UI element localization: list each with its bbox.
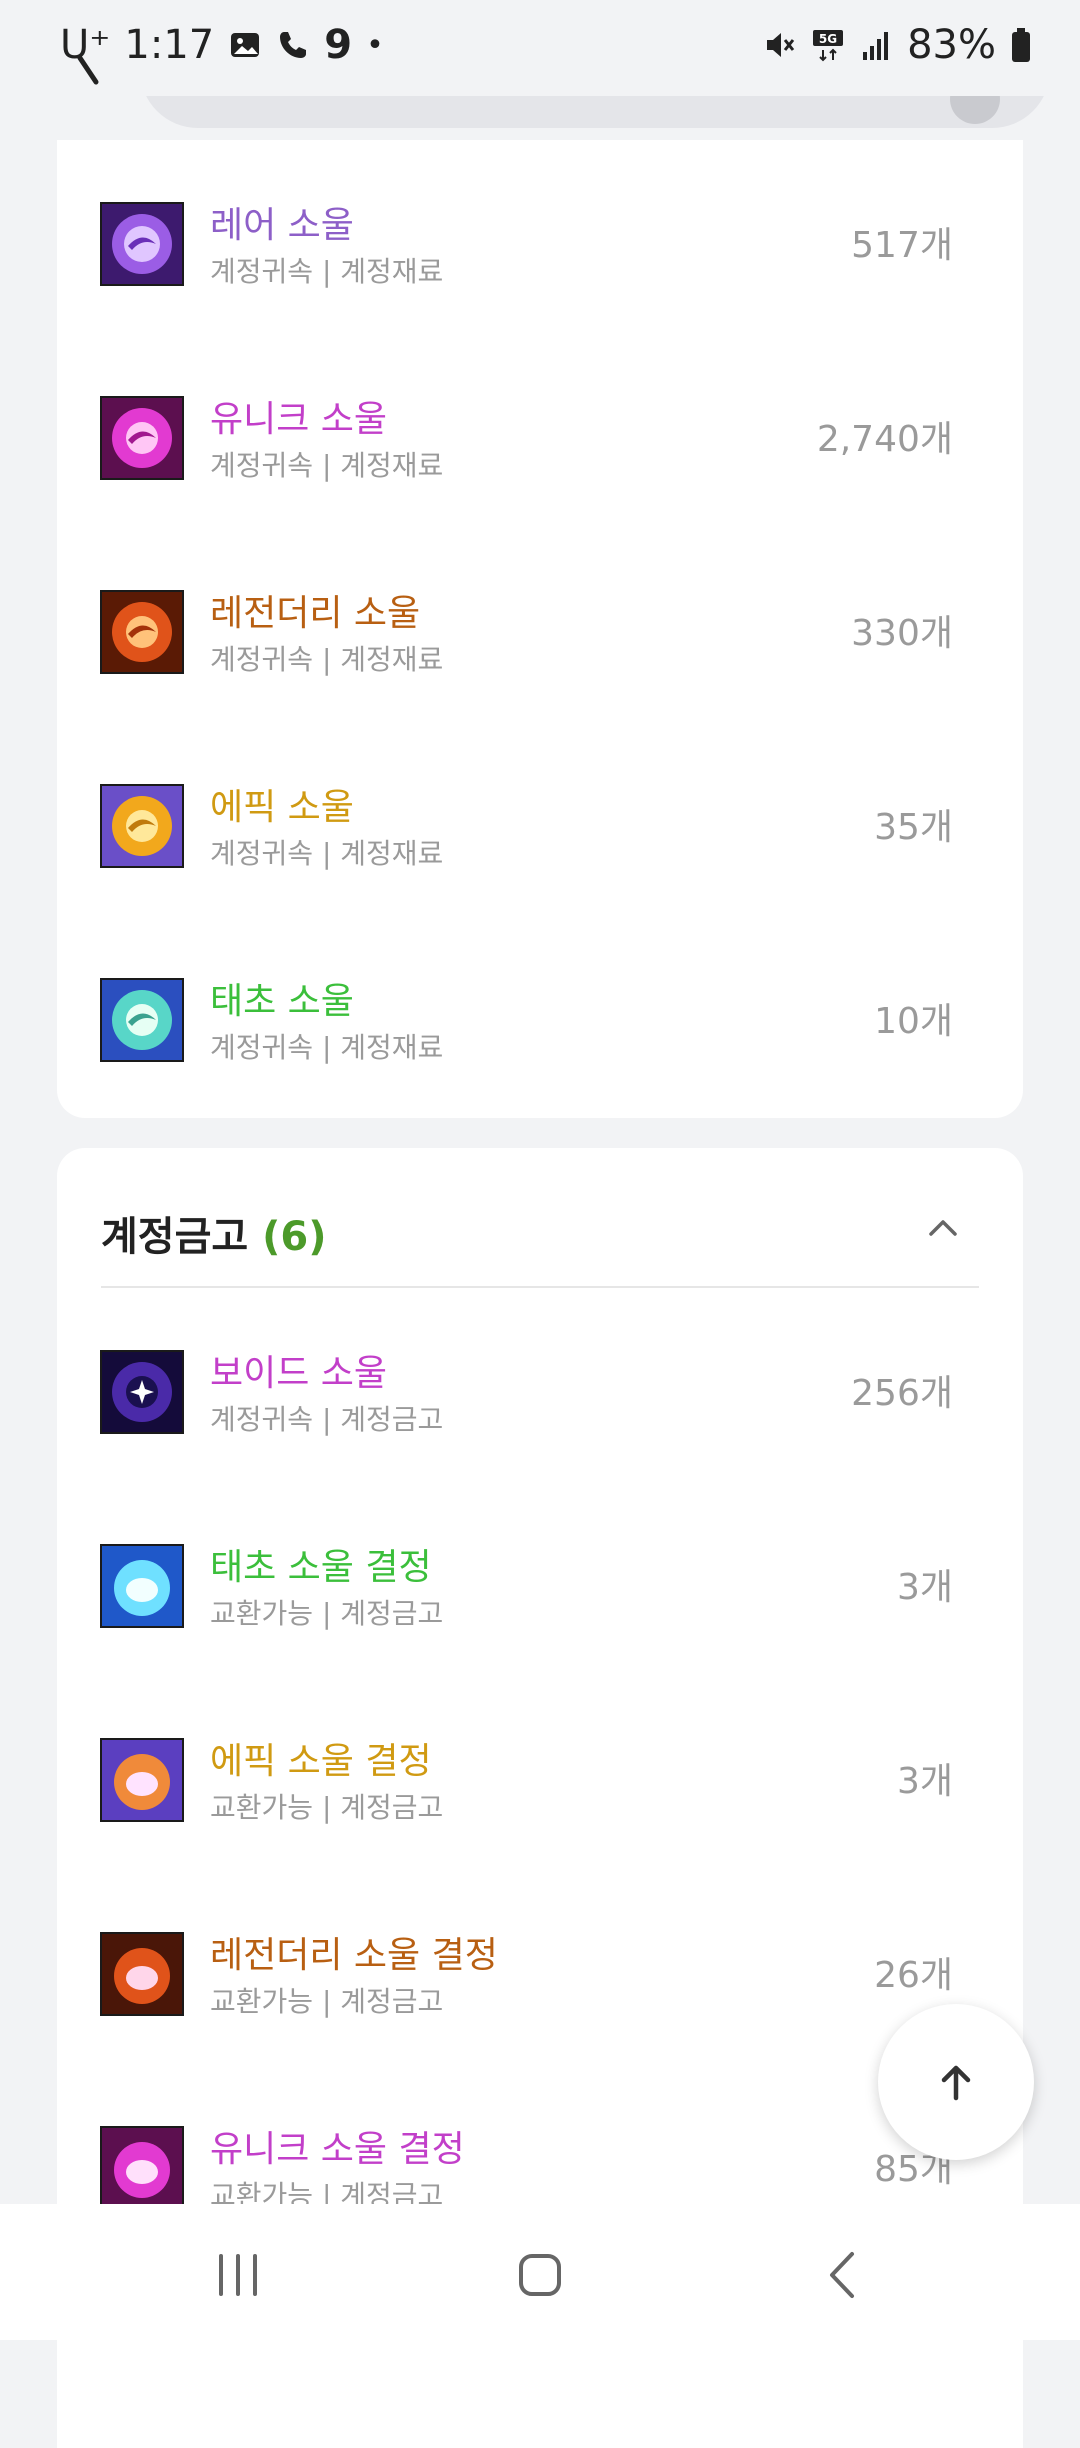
signal-icon [863,32,889,60]
dot-icon: • [366,27,384,63]
status-right: 5G 83% [763,22,1032,68]
item-count: 330개 [851,613,953,654]
item-tags: 계정귀속 | 계정금고 [210,1403,444,1436]
item-name: 레전더리 소울 결정 [210,1935,498,1976]
list-item[interactable]: 레어 소울 계정귀속 | 계정재료 517개 [57,140,1023,334]
list-item[interactable]: 태초 소울 결정 교환가능 | 계정금고 3개 [57,1482,1023,1676]
section-header[interactable]: 계정금고 (6) [101,1204,327,1262]
rare-soul-icon [100,202,184,286]
item-tags: 교환가능 | 계정금고 [210,1597,444,1630]
primeval-soul-icon [100,978,184,1062]
item-tags: 계정귀속 | 계정재료 [210,643,444,676]
unique-soul-crystal-icon [100,2126,184,2210]
recent-apps-icon[interactable] [203,2240,273,2310]
chevron-up-icon[interactable] [919,1204,967,1252]
status-bar: U⁺ 1:17 9 • 5G 83% [0,0,1080,96]
epic-soul-icon [100,784,184,868]
item-tags: 계정귀속 | 계정재료 [210,1031,444,1064]
item-name: 유니크 소울 [210,399,388,440]
gallery-icon [231,33,260,57]
svg-text:5G: 5G [819,32,837,46]
item-name: 레어 소울 [210,205,354,246]
item-count: 3개 [896,1567,953,1608]
item-count: 3개 [896,1761,953,1802]
battery-level: 83% [907,22,996,68]
section-title: 계정금고 [101,1214,249,1260]
item-name: 에픽 소울 [210,787,354,828]
back-icon[interactable] [808,2240,878,2310]
item-count: 256개 [851,1373,953,1414]
list-item[interactable]: 유니크 소울 계정귀속 | 계정재료 2,740개 [57,334,1023,528]
item-count: 2,740개 [816,419,953,460]
item-name: 태초 소울 [210,981,354,1022]
item-count: 26개 [874,1955,953,1996]
item-count: 35개 [874,807,953,848]
call-icon [280,32,307,58]
item-name: 유니크 소울 결정 [210,2129,465,2170]
notification-count: 9 [324,22,353,68]
scroll-top-button[interactable] [878,2004,1034,2160]
item-name: 태초 소울 결정 [210,1547,432,1588]
list-item[interactable]: 레전더리 소울 결정 교환가능 | 계정금고 26개 [57,1870,1023,2064]
epic-soul-crystal-icon [100,1738,184,1822]
5g-icon: 5G [813,30,844,62]
item-name: 에픽 소울 결정 [210,1741,432,1782]
arrow-up-icon [941,2065,971,2101]
home-icon[interactable] [505,2240,575,2310]
primeval-soul-crystal-icon [100,1544,184,1628]
section-count: (6) [262,1214,327,1260]
item-tags: 계정귀속 | 계정재료 [210,837,444,870]
list-item[interactable]: 에픽 소울 결정 교환가능 | 계정금고 3개 [57,1676,1023,1870]
legendary-soul-crystal-icon [100,1932,184,2016]
item-name: 보이드 소울 [210,1353,388,1394]
item-count: 517개 [851,225,953,266]
navigation-bar [0,2204,1080,2340]
item-tags: 계정귀속 | 계정재료 [210,449,444,482]
item-tags: 교환가능 | 계정금고 [210,1791,444,1824]
status-left: U⁺ 1:17 9 • [60,22,384,68]
account-materials-card: 레어 소울 계정귀속 | 계정재료 517개 유니크 소울 계정귀속 | 계정재… [57,140,1023,1118]
status-time: 1:17 [124,22,215,68]
item-name: 레전더리 소울 [210,593,421,634]
unique-soul-icon [100,396,184,480]
item-tags: 교환가능 | 계정금고 [210,1985,444,2018]
item-tags: 계정귀속 | 계정재료 [210,255,444,288]
back-chevron-icon[interactable] [66,48,106,88]
list-item[interactable]: 보이드 소울 계정귀속 | 계정금고 256개 [57,1288,1023,1482]
mute-icon [767,33,795,57]
item-count: 10개 [874,1001,953,1042]
battery-icon [1012,28,1030,62]
list-item[interactable]: 레전더리 소울 계정귀속 | 계정재료 330개 [57,528,1023,722]
legendary-soul-icon [100,590,184,674]
list-item[interactable]: 태초 소울 계정귀속 | 계정재료 10개 [57,916,1023,1110]
void-soul-icon [100,1350,184,1434]
list-item[interactable]: 에픽 소울 계정귀속 | 계정재료 35개 [57,722,1023,916]
